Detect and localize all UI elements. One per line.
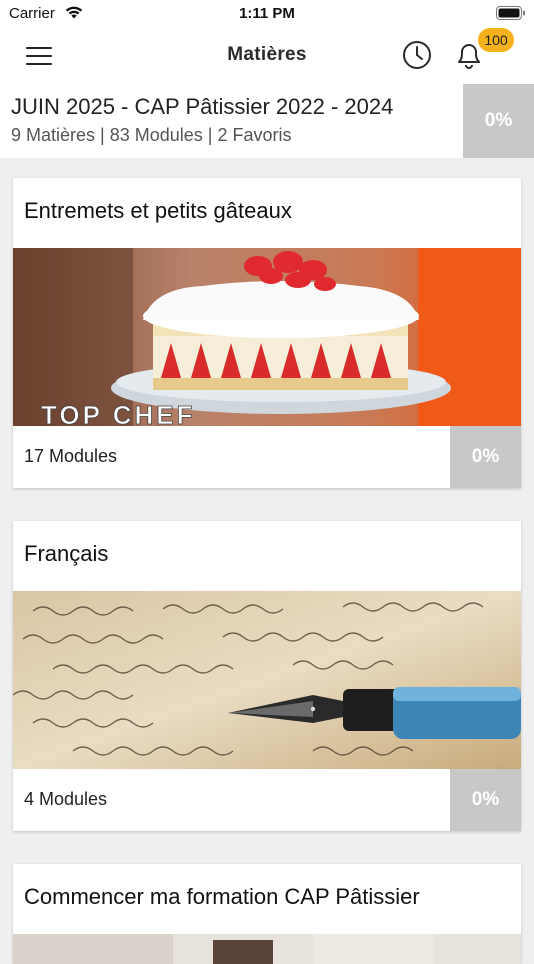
subject-card[interactable]: Commencer ma formation CAP Pâtissier [13, 864, 521, 964]
fountain-pen-image [13, 591, 521, 769]
subject-title: Entremets et petits gâteaux [24, 198, 292, 223]
top-app-bar: Matières 100 [0, 28, 534, 84]
subject-image [13, 934, 521, 964]
subject-title: Commencer ma formation CAP Pâtissier [24, 884, 420, 909]
formation-title: JUIN 2025 - CAP Pâtissier 2022 - 2024 [11, 94, 394, 119]
subject-card[interactable]: Entremets et petits gâteaux TOP CHEF 17 … [13, 178, 521, 488]
status-bar: Carrier 1:11 PM [0, 0, 534, 28]
subject-title: Français [24, 541, 109, 566]
chef-image [13, 934, 521, 964]
battery-icon [496, 6, 525, 20]
notification-count-badge: 100 [478, 28, 514, 52]
module-count: 4 Modules [24, 789, 108, 809]
history-clock-icon[interactable] [402, 40, 432, 70]
formation-progress: 0% [463, 84, 534, 158]
subject-progress: 0% [450, 769, 521, 831]
cake-image: TOP CHEF [13, 248, 521, 426]
clock-time: 1:11 PM [239, 5, 295, 22]
subject-card[interactable]: Français 4 Modules 0% [13, 521, 521, 831]
formation-stats: 9 Matières | 83 Modules | 2 Favoris [11, 125, 292, 145]
subject-image [13, 591, 521, 769]
top-chef-logo: TOP CHEF [41, 400, 196, 426]
formation-summary: JUIN 2025 - CAP Pâtissier 2022 - 2024 9 … [0, 84, 534, 158]
module-count: 17 Modules [24, 446, 118, 466]
subject-image: TOP CHEF [13, 248, 521, 426]
subject-progress: 0% [450, 426, 521, 488]
